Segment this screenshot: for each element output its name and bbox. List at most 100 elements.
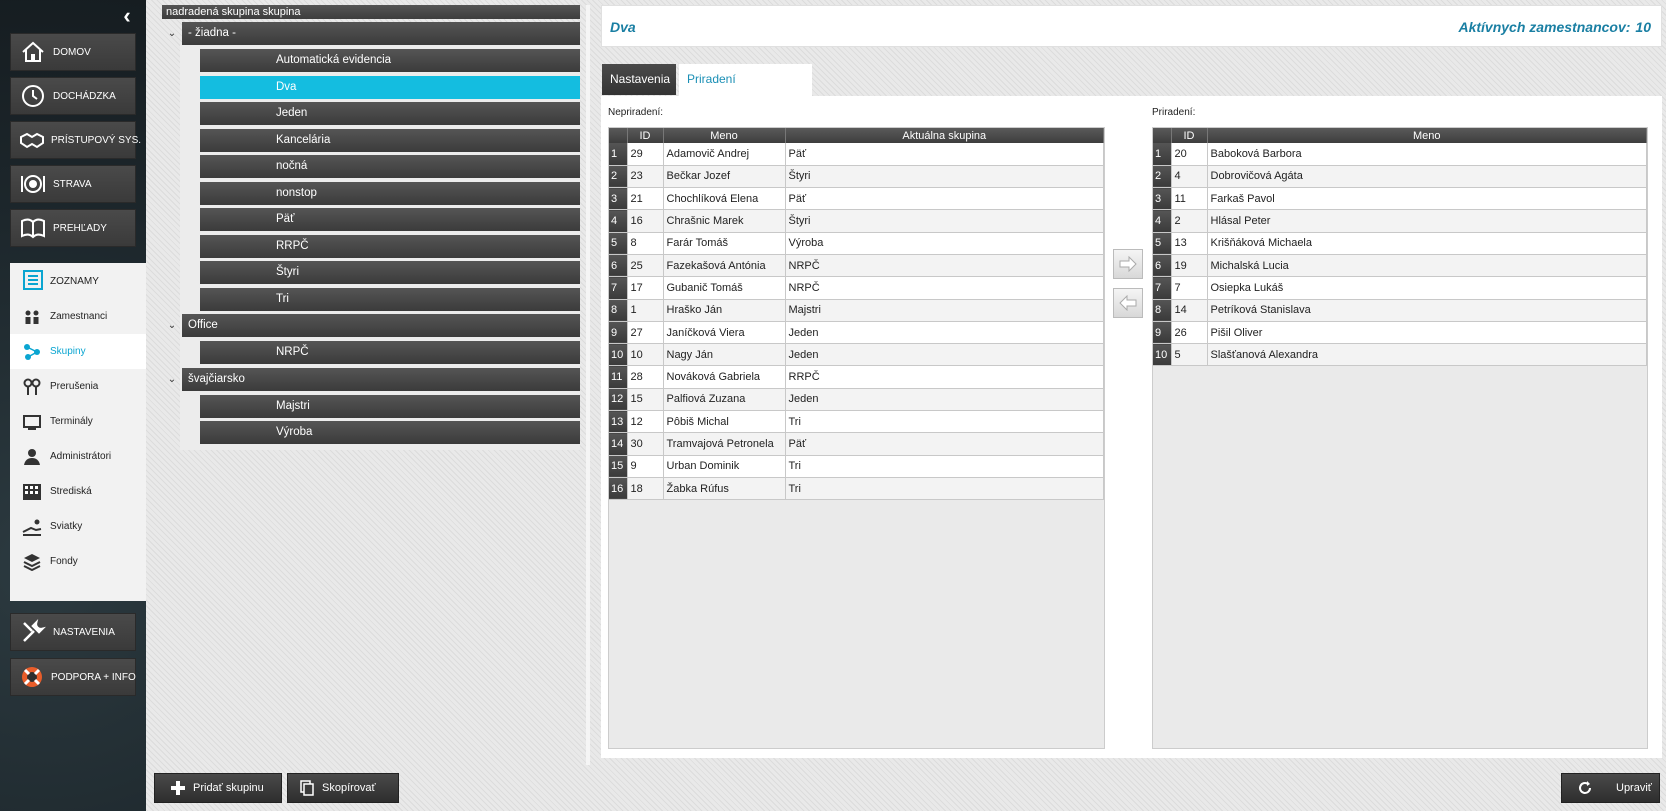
panel-divider[interactable] <box>586 5 590 765</box>
copy-button[interactable]: Skopírovať <box>287 773 399 803</box>
submenu-item-prerusenia[interactable]: Prerušenia <box>10 369 146 404</box>
table-row[interactable]: 15 9 Urban Dominik Tri <box>609 455 1104 478</box>
row-number: 2 <box>609 165 628 189</box>
table-row[interactable]: 4 2 Hlásal Peter <box>1153 209 1647 233</box>
tree-parent-node[interactable]: ⌄ - žiadna - <box>162 22 580 45</box>
tree-group-item[interactable]: Majstri <box>200 394 580 418</box>
add-group-label: Pridať skupinu <box>193 782 264 794</box>
table-row[interactable]: 6 25 Fazekašová Antónia NRPČ <box>609 254 1104 278</box>
assigned-label: Priradení: <box>1152 107 1196 118</box>
nav-nastavenia[interactable]: NASTAVENIA <box>10 613 136 651</box>
edit-button[interactable]: Upraviť <box>1561 773 1660 803</box>
table-cell: Nagy Ján <box>663 343 786 367</box>
submenu-item-zamestnanci[interactable]: Zamestnanci <box>10 299 146 334</box>
table-cell: Fazekašová Antónia <box>663 254 786 278</box>
submenu-item-fondy[interactable]: Fondy <box>10 544 146 579</box>
arrow-right-icon <box>1119 256 1137 272</box>
tab-assigned-employees[interactable]: Priradení zamestnanci <box>679 64 812 117</box>
chevron-down-icon[interactable]: ⌄ <box>162 374 182 385</box>
people-icon <box>22 307 42 327</box>
table-cell: Dobrovičová Agáta <box>1207 165 1647 189</box>
nav-strava[interactable]: STRAVA <box>10 165 136 203</box>
tree-group-item[interactable]: nočná <box>200 155 580 178</box>
tree-group-item[interactable]: Jeden <box>200 102 580 125</box>
table-row[interactable]: 4 16 Chrašnic Marek Štyri <box>609 209 1104 233</box>
table-cell: Janíčková Viera <box>663 321 786 345</box>
plate-icon <box>19 170 47 198</box>
nav-dochadzka[interactable]: DOCHÁDZKA <box>10 77 136 115</box>
table-row[interactable]: 10 10 Nagy Ján Jeden <box>609 343 1104 367</box>
table-row[interactable]: 1 20 Baboková Barbora <box>1153 143 1647 166</box>
tree-group-item[interactable]: Dva <box>200 75 580 99</box>
table-row[interactable]: 3 11 Farkaš Pavol <box>1153 187 1647 211</box>
table-cell: Bečkar Jozef <box>663 165 786 189</box>
table-row[interactable]: 9 27 Janíčková Viera Jeden <box>609 321 1104 345</box>
tree-group-item[interactable]: NRPČ <box>200 341 580 364</box>
submenu-item-sviatky[interactable]: Sviatky <box>10 509 146 544</box>
tree-group-item[interactable]: Tri <box>200 287 580 311</box>
table-row[interactable]: 3 21 Chochlíková Elena Päť <box>609 187 1104 211</box>
submenu-item-strediska[interactable]: Strediská <box>10 474 146 509</box>
table-row[interactable]: 8 14 Petríková Stanislava <box>1153 299 1647 322</box>
column-header[interactable]: Meno <box>1207 128 1647 143</box>
table-row[interactable]: 2 23 Bečkar Jozef Štyri <box>609 165 1104 189</box>
submenu-item-terminaly[interactable]: Terminály <box>10 404 146 439</box>
table-row[interactable]: 5 13 Krišňáková Michaela <box>1153 232 1647 255</box>
table-row[interactable]: 2 4 Dobrovičová Agáta <box>1153 165 1647 189</box>
table-cell: Nováková Gabriela <box>663 365 786 389</box>
tree-parent-label: švajčiarsko <box>182 367 580 391</box>
tree-parent-node[interactable]: ⌄ Office <box>162 314 580 337</box>
tree-group-item[interactable]: Výroba <box>200 421 580 444</box>
tree-group-item[interactable]: Automatická evidencia <box>200 49 580 72</box>
chevron-down-icon[interactable]: ⌄ <box>162 320 182 331</box>
submenu-item-skupiny[interactable]: Skupiny <box>10 334 146 369</box>
table-row[interactable]: 9 26 Pišil Oliver <box>1153 321 1647 345</box>
tree-group-item[interactable]: nonstop <box>200 181 580 205</box>
chevron-down-icon[interactable]: ⌄ <box>162 28 182 39</box>
tree-group-item[interactable]: Päť <box>200 208 580 231</box>
submenu-item-administratori[interactable]: Administrátori <box>10 439 146 474</box>
table-row[interactable]: 14 30 Tramvajová Petronela Päť <box>609 432 1104 456</box>
table-cell: 5 <box>1171 343 1208 367</box>
table-row[interactable]: 10 5 Slašťanová Alexandra <box>1153 343 1647 367</box>
tree-parent-node[interactable]: ⌄ švajčiarsko <box>162 367 580 391</box>
submenu-zoznamy: ZOZNAMY Zamestnanci Skupiny Prerušenia Term… <box>10 263 146 601</box>
table-cell: Tri <box>785 410 1104 434</box>
table-row[interactable]: 13 12 Pôbiš Michal Tri <box>609 410 1104 434</box>
table-cell: Jeden <box>785 343 1104 367</box>
table-row[interactable]: 11 28 Nováková Gabriela RRPČ <box>609 365 1104 389</box>
nav-prehlady[interactable]: PREHĽADY <box>10 209 136 247</box>
add-group-button[interactable]: Pridať skupinu <box>154 773 282 803</box>
copy-icon <box>298 779 316 797</box>
unassign-left-button[interactable] <box>1113 288 1143 318</box>
table-cell: Jeden <box>785 388 1104 412</box>
submenu-header[interactable]: ZOZNAMY <box>10 263 146 299</box>
nav-podpora[interactable]: PODPORA + INFO <box>10 658 136 696</box>
table-cell: 17 <box>627 276 664 300</box>
table-cell: Jeden <box>785 321 1104 345</box>
column-header[interactable]: Meno <box>663 128 786 143</box>
table-row[interactable]: 7 17 Gubanič Tomáš NRPČ <box>609 276 1104 300</box>
nav-domov[interactable]: DOMOV <box>10 33 136 71</box>
table-row[interactable]: 1 29 Adamovič Andrej Päť <box>609 143 1104 166</box>
tree-group-item[interactable]: Štyri <box>200 261 580 284</box>
table-row[interactable]: 12 15 Palfiová Zuzana Jeden <box>609 388 1104 412</box>
table-cell: 25 <box>627 254 664 278</box>
tree-group-item[interactable]: Kancelária <box>200 128 580 152</box>
table-row[interactable]: 5 8 Farár Tomáš Výroba <box>609 232 1104 255</box>
tab-settings[interactable]: Nastavenia <box>602 64 676 95</box>
column-header[interactable]: ID <box>1171 128 1208 143</box>
submenu-item-label: Strediská <box>50 486 92 497</box>
table-row[interactable]: 7 7 Osiepka Lukáš <box>1153 276 1647 300</box>
row-number: 13 <box>609 410 628 434</box>
column-header[interactable]: ID <box>627 128 664 143</box>
table-row[interactable]: 8 1 Hraško Ján Majstri <box>609 299 1104 322</box>
nav-pristupovy[interactable]: PRÍSTUPOVÝ SYS. <box>10 121 141 159</box>
table-row[interactable]: 6 19 Michalská Lucia <box>1153 254 1647 278</box>
assign-right-button[interactable] <box>1113 249 1143 279</box>
table-row[interactable]: 16 18 Žabka Rúfus Tri <box>609 477 1104 501</box>
tree-group-item[interactable]: RRPČ <box>200 234 580 258</box>
collapse-sidebar-button[interactable]: ‹ <box>116 5 138 28</box>
column-header[interactable]: Aktuálna skupina <box>785 128 1104 143</box>
table-cell: 26 <box>1171 321 1208 345</box>
